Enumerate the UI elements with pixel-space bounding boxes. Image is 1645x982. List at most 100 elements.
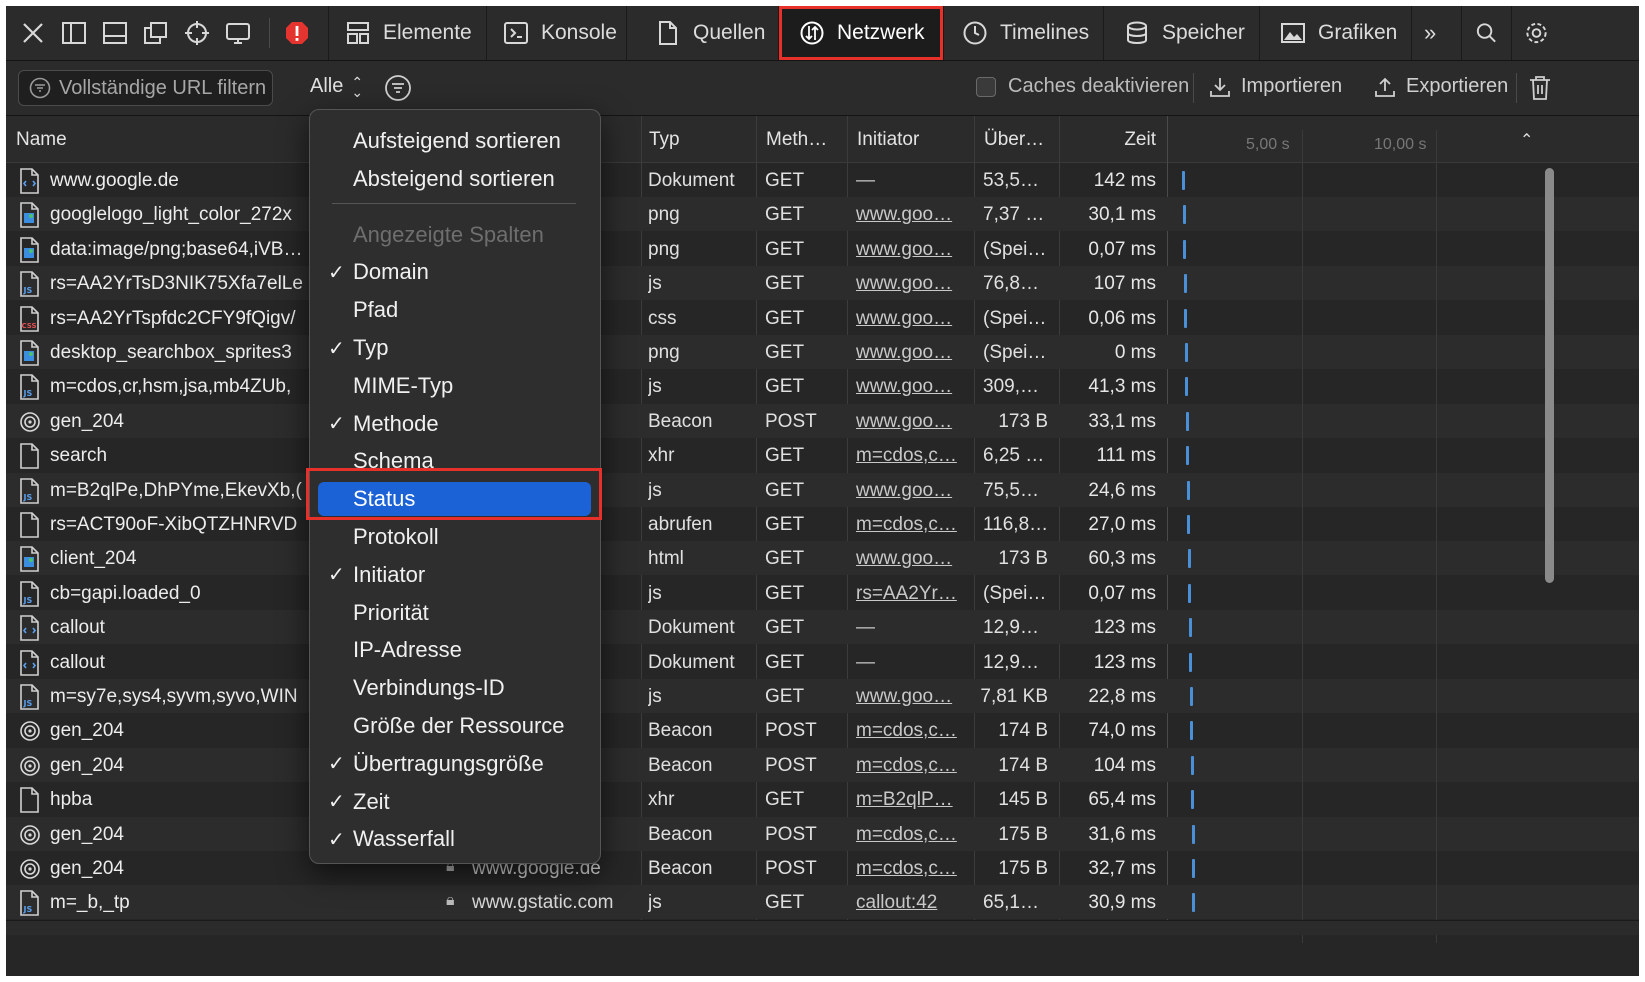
menu-item-label: Typ (353, 335, 389, 360)
request-initiator[interactable]: www.goo… (856, 548, 971, 570)
request-initiator[interactable]: m=B2qlP… (856, 789, 971, 811)
trash-icon[interactable] (1527, 74, 1553, 102)
col-header-transfer-size[interactable]: Über… (984, 129, 1044, 151)
col-header-name[interactable]: Name (16, 129, 67, 151)
svg-text:JS: JS (23, 493, 33, 502)
document-icon (18, 168, 42, 194)
request-time: 0,06 ms (1088, 307, 1156, 329)
request-initiator[interactable]: callout:42 (856, 892, 971, 914)
request-initiator[interactable]: www.goo… (856, 273, 971, 295)
request-initiator[interactable]: m=cdos,c… (856, 755, 971, 777)
menu-item-label: Verbindungs-ID (353, 675, 505, 701)
request-method: GET (765, 789, 805, 811)
request-type: js (648, 892, 662, 914)
menu-item-domain[interactable]: ✓ Domain (318, 255, 591, 289)
tab-storage[interactable]: Speicher (1103, 6, 1259, 60)
menu-item-label: Größe der Ressource (353, 713, 565, 738)
request-initiator[interactable]: www.goo… (856, 480, 971, 502)
menu-item-protokoll[interactable]: Protokoll (318, 520, 591, 554)
request-initiator[interactable]: m=cdos,c… (856, 514, 971, 536)
col-header-type[interactable]: Typ (649, 129, 680, 151)
menu-item-pfad[interactable]: Pfad (318, 293, 591, 327)
export-button[interactable]: Exportieren (1374, 75, 1508, 98)
menu-item-label: Methode (353, 410, 439, 436)
console-icon (504, 22, 528, 44)
tab-timelines[interactable]: Timelines (943, 6, 1103, 60)
menu-item-aufsteigend-sortieren[interactable]: Aufsteigend sortieren (318, 124, 591, 158)
menu-item-ip-adresse[interactable]: IP-Adresse (318, 633, 591, 667)
tab-console[interactable]: Konsole (486, 6, 626, 60)
menu-item-mime-typ[interactable]: MIME-Typ (318, 369, 591, 403)
request-initiator[interactable]: m=cdos,c… (856, 858, 971, 880)
request-transfer-size: 65,1… (983, 892, 1039, 914)
request-initiator[interactable]: m=cdos,c… (856, 445, 971, 467)
url-filter-input[interactable]: Vollständige URL filtern (18, 70, 273, 106)
menu-item-wasserfall[interactable]: ✓ Wasserfall (318, 822, 591, 856)
col-header-time[interactable]: Zeit (1066, 129, 1156, 151)
menu-item-größe-der-ressource[interactable]: Größe der Ressource (318, 709, 591, 743)
request-type: Dokument (648, 617, 735, 639)
settings-icon[interactable] (1511, 6, 1561, 60)
request-initiator[interactable]: www.goo… (856, 411, 971, 433)
more-tabs-icon[interactable]: » (1411, 6, 1461, 60)
menu-item-label: Aufsteigend sortieren (353, 128, 561, 153)
tab-elements[interactable]: Elemente (328, 6, 486, 60)
request-initiator[interactable]: www.goo… (856, 239, 971, 261)
request-time: 27,0 ms (1088, 514, 1156, 535)
error-badge-icon[interactable] (282, 18, 312, 48)
request-initiator[interactable]: m=cdos,c… (856, 720, 971, 742)
menu-item-angezeigte-spalten: Angezeigte Spalten (318, 218, 591, 252)
tab-network[interactable]: Netzwerk (778, 6, 943, 60)
tab-graphics[interactable]: Grafiken (1259, 6, 1411, 60)
undock-icon[interactable] (141, 18, 171, 48)
request-transfer-size: (Spei… (983, 342, 1047, 363)
menu-item-zeit[interactable]: ✓ Zeit (318, 785, 591, 819)
request-transfer-size: (Spei… (983, 582, 1047, 604)
resource-type-select[interactable]: Alle ⌃ ⌄ (310, 75, 363, 99)
tab-label: Grafiken (1318, 21, 1398, 44)
request-type: html (648, 548, 684, 570)
tab-sources[interactable]: Quellen (626, 6, 778, 60)
menu-item-methode[interactable]: ✓ Methode (318, 407, 591, 441)
menu-item-typ[interactable]: ✓ Typ (318, 331, 591, 365)
search-icon[interactable] (1461, 6, 1511, 60)
disable-caches-toggle[interactable]: Caches deaktivieren (976, 75, 1189, 98)
col-header-initiator[interactable]: Initiator (857, 129, 919, 151)
filter-options-icon[interactable] (384, 74, 412, 102)
request-initiator[interactable]: www.goo… (856, 308, 971, 330)
menu-item-verbindungs-id[interactable]: Verbindungs-ID (318, 671, 591, 705)
close-icon[interactable] (18, 18, 48, 48)
annotation-box (306, 468, 602, 520)
inspect-target-icon[interactable] (182, 18, 212, 48)
request-initiator[interactable]: www.goo… (856, 342, 971, 364)
request-initiator[interactable]: rs=AA2Yr… (856, 583, 971, 605)
request-initiator[interactable]: www.goo… (856, 376, 971, 398)
import-button[interactable]: Importieren (1209, 75, 1342, 98)
graphics-icon (1281, 23, 1305, 43)
request-time: 22,8 ms (1088, 686, 1156, 707)
dock-side-icon[interactable] (59, 18, 89, 48)
beacon-icon (18, 753, 42, 779)
request-time: 0,07 ms (1088, 582, 1156, 604)
request-transfer-size: 173 B (998, 548, 1048, 570)
scrollbar-thumb[interactable] (1545, 168, 1554, 583)
device-icon[interactable] (223, 18, 253, 48)
menu-item-priorität[interactable]: Priorität (318, 596, 591, 630)
request-type: css (648, 307, 677, 329)
menu-item-absteigend-sortieren[interactable]: Absteigend sortieren (318, 162, 591, 196)
request-initiator[interactable]: m=cdos,c… (856, 824, 971, 846)
menu-item-initiator[interactable]: ✓ Initiator (318, 558, 591, 592)
request-time: 65,4 ms (1088, 789, 1156, 811)
request-initiator[interactable]: www.goo… (856, 204, 971, 226)
disable-caches-checkbox[interactable] (976, 76, 996, 97)
request-type: Beacon (648, 720, 713, 742)
css-file-icon: CSS (18, 305, 42, 332)
col-header-method[interactable]: Meth… (766, 129, 827, 151)
request-transfer-size: 12,9… (983, 651, 1039, 673)
menu-item-übertragungsgröße[interactable]: ✓ Übertragungsgröße (318, 747, 591, 781)
dock-bottom-icon[interactable] (100, 18, 130, 48)
request-method: POST (765, 823, 817, 845)
request-initiator[interactable]: www.goo… (856, 686, 971, 708)
download-icon (1210, 77, 1230, 97)
request-transfer-size: 7,81 KB (980, 686, 1048, 707)
